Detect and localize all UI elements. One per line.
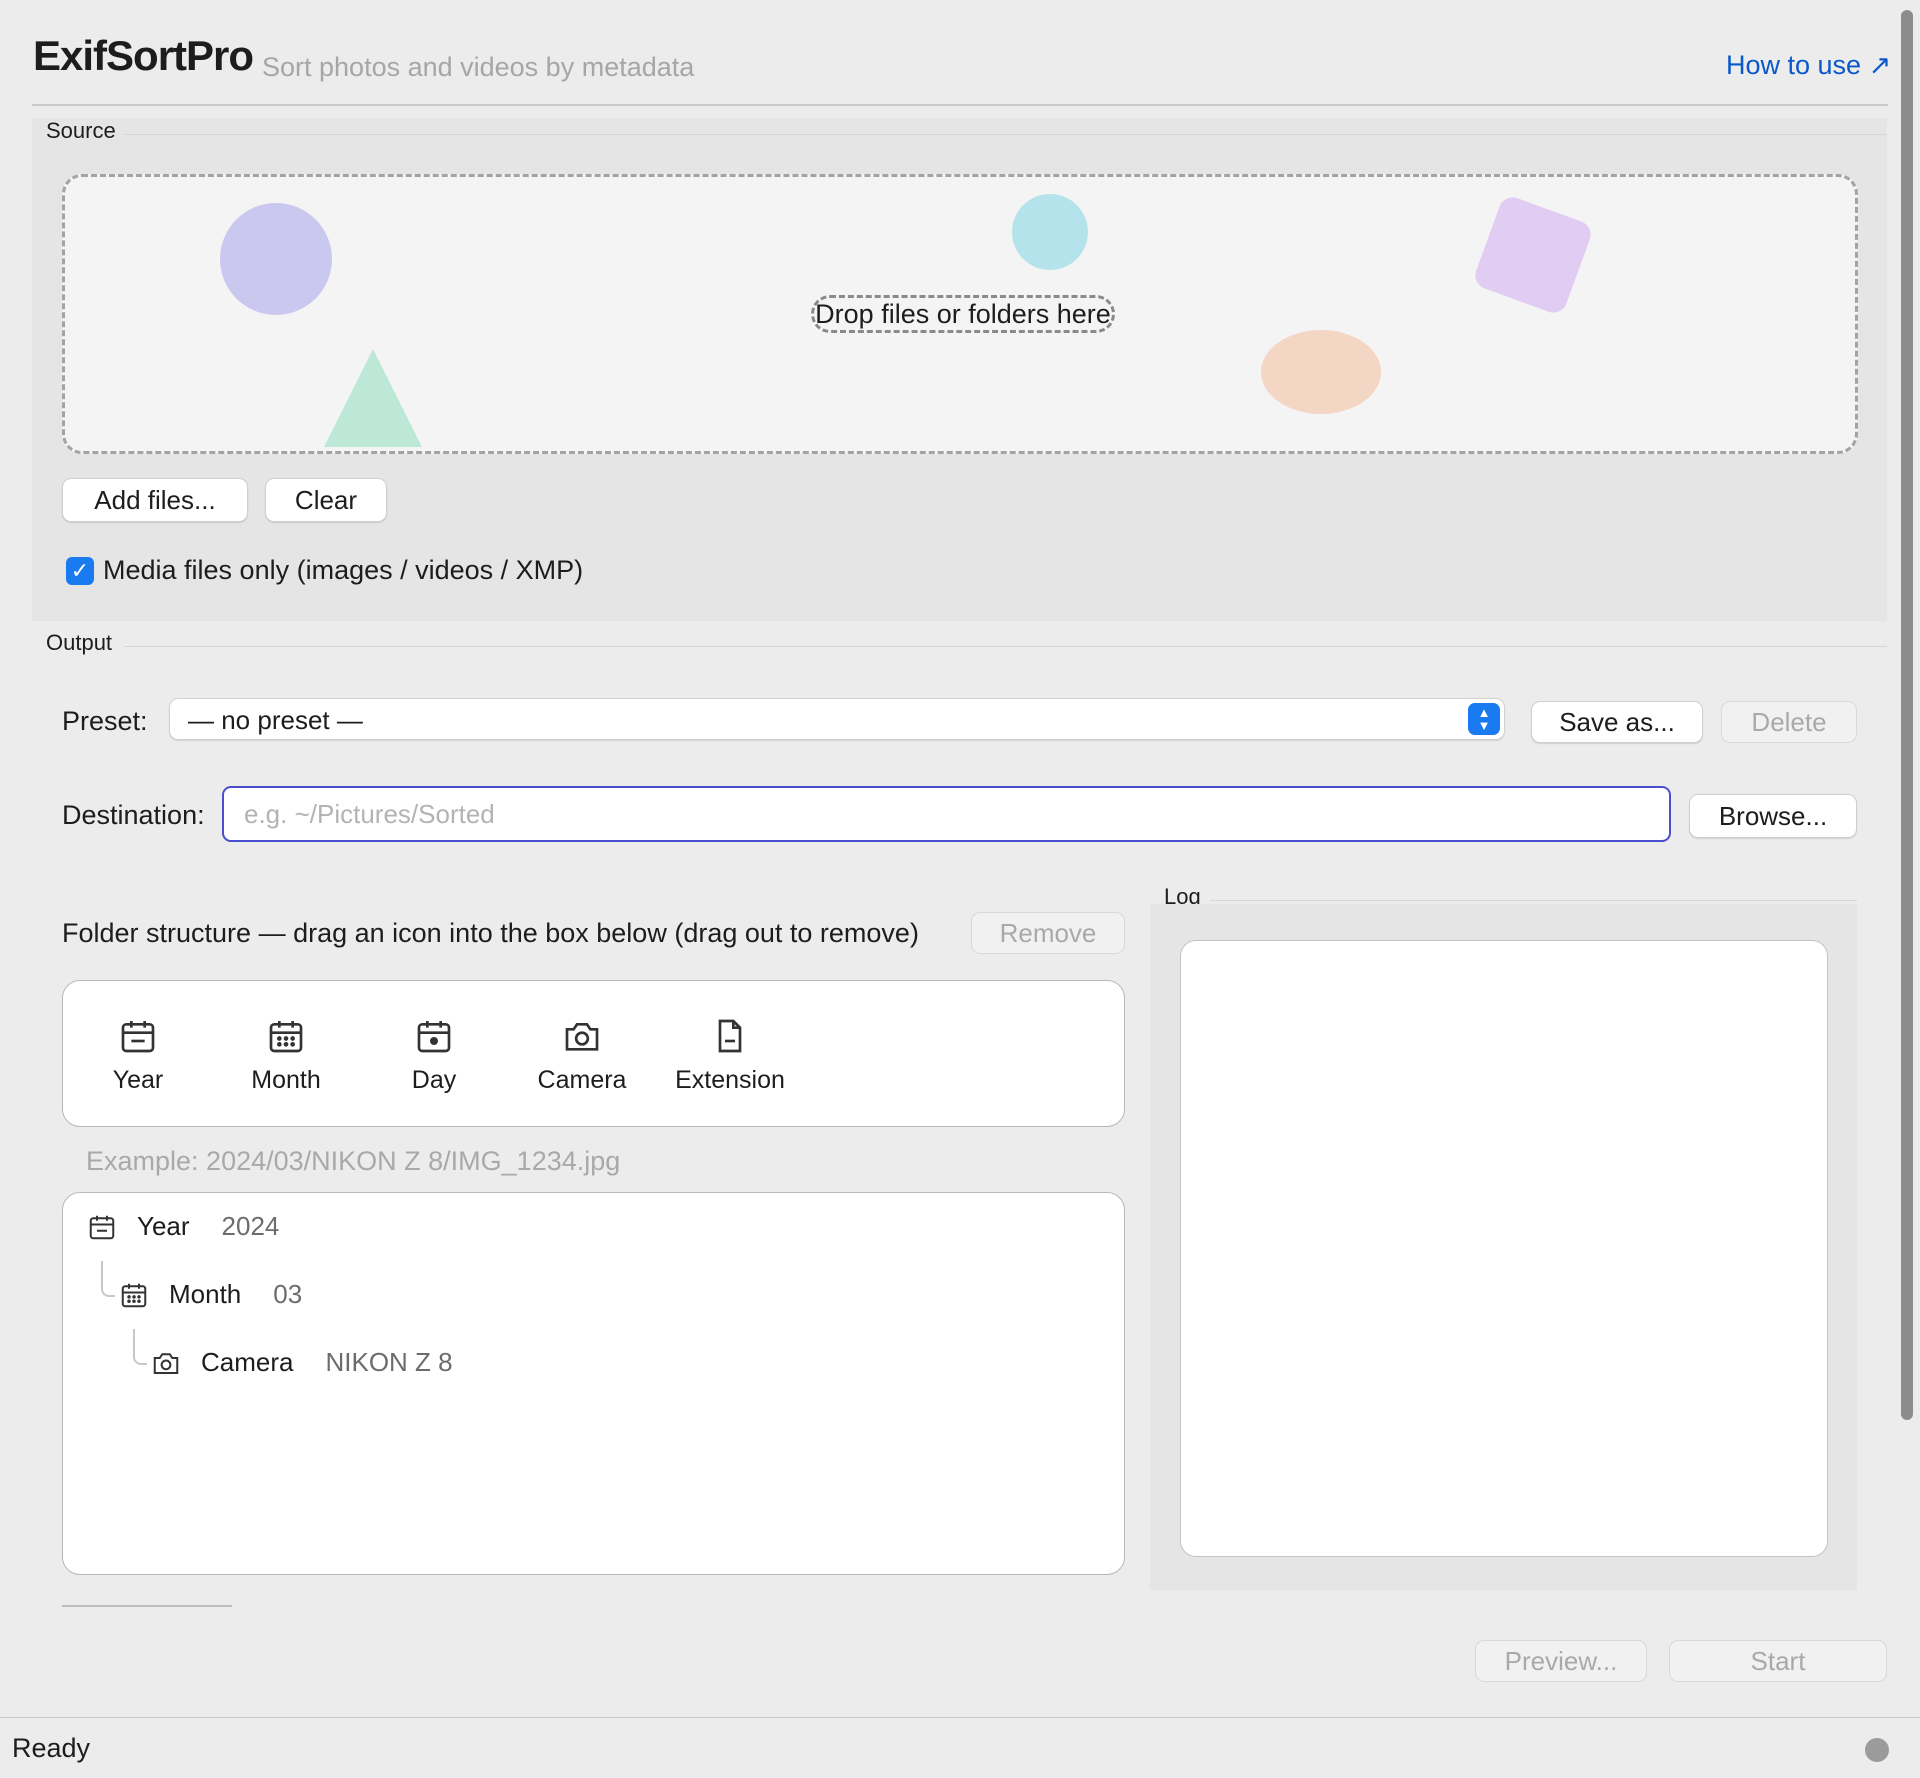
tree-node-year[interactable]: Year 2024 — [87, 1211, 279, 1242]
tab-indicator — [62, 1605, 232, 1607]
folder-structure-instructions: Folder structure — drag an icon into the… — [62, 918, 919, 948]
status-bar: Ready — [0, 1717, 1920, 1778]
preset-value: — no preset — — [188, 705, 363, 735]
blue-circle-shape — [1012, 194, 1088, 270]
output-group-label: Output — [46, 630, 113, 655]
start-button[interactable]: Start — [1669, 1640, 1887, 1682]
palette-label-day: Day — [411, 1066, 457, 1094]
media-only-checkbox[interactable]: ✓ — [66, 557, 94, 585]
tree-connector — [133, 1329, 147, 1365]
scrollbar[interactable] — [1901, 10, 1913, 1420]
calendar-grid-icon — [121, 1283, 147, 1307]
tree-connector — [101, 1261, 115, 1297]
palette-item-month[interactable]: Month — [211, 1016, 361, 1095]
folder-structure-example: Example: 2024/03/NIKON Z 8/IMG_1234.jpg — [86, 1146, 621, 1176]
file-icon — [718, 1019, 742, 1053]
calendar-day-icon — [417, 1021, 451, 1053]
source-group-rule — [124, 134, 1887, 135]
tree-node-month[interactable]: Month 03 — [119, 1279, 302, 1310]
status-indicator-icon — [1865, 1738, 1889, 1762]
output-group-rule — [124, 646, 1887, 647]
destination-label: Destination: — [62, 800, 205, 830]
palette-item-year[interactable]: Year — [63, 1016, 213, 1095]
status-text: Ready — [12, 1733, 91, 1763]
camera-icon — [565, 1023, 599, 1051]
purple-circle-shape — [220, 203, 332, 315]
app-title: ExifSortPro — [33, 32, 254, 79]
remove-button[interactable]: Remove — [971, 912, 1125, 954]
preset-label: Preset: — [62, 706, 148, 736]
tree-node-value: NIKON Z 8 — [325, 1347, 453, 1377]
token-palette: Year Month Day Camera Extension — [62, 980, 1125, 1127]
calendar-grid-icon — [269, 1021, 303, 1053]
drop-zone-label: Drop files or folders here — [811, 295, 1115, 333]
chevron-updown-icon: ▲ ▼ — [1468, 703, 1500, 735]
header-divider — [32, 104, 1888, 106]
delete-preset-button[interactable]: Delete — [1721, 701, 1857, 743]
calendar-icon — [89, 1215, 115, 1239]
palette-label-year: Year — [112, 1066, 164, 1094]
clear-button[interactable]: Clear — [265, 478, 387, 522]
palette-label-month: Month — [251, 1066, 321, 1094]
log-rule — [1210, 900, 1857, 901]
palette-label-extension: Extension — [675, 1066, 785, 1094]
app-subtitle: Sort photos and videos by metadata — [262, 52, 695, 82]
tree-node-key: Camera — [201, 1347, 294, 1377]
add-files-button[interactable]: Add files... — [62, 478, 248, 522]
drop-zone[interactable]: Drop files or folders here — [62, 174, 1858, 454]
tree-node-key: Year — [137, 1211, 190, 1241]
save-as-button[interactable]: Save as... — [1531, 701, 1703, 743]
preview-button[interactable]: Preview... — [1475, 1640, 1647, 1682]
lavender-square-shape — [1475, 197, 1591, 313]
tree-node-value: 03 — [273, 1279, 303, 1309]
palette-item-camera[interactable]: Camera — [507, 1016, 657, 1095]
source-group-label: Source — [46, 118, 116, 143]
log-output[interactable] — [1180, 940, 1828, 1557]
camera-icon — [153, 1352, 179, 1374]
peach-ellipse-shape — [1261, 330, 1381, 414]
tree-node-key: Month — [169, 1279, 242, 1309]
media-only-label: Media files only (images / videos / XMP) — [103, 555, 584, 585]
destination-input[interactable] — [222, 786, 1671, 842]
calendar-icon — [121, 1021, 155, 1053]
green-triangle-shape — [324, 349, 422, 447]
palette-item-day[interactable]: Day — [359, 1016, 509, 1095]
folder-structure-tree[interactable]: Year 2024 Month 03 Camera NIKON Z 8 — [62, 1192, 1125, 1575]
palette-item-extension[interactable]: Extension — [655, 1016, 805, 1095]
tree-node-value: 2024 — [221, 1211, 280, 1241]
how-to-use-link[interactable]: How to use ↗ — [1726, 50, 1891, 81]
tree-node-camera[interactable]: Camera NIKON Z 8 — [151, 1347, 453, 1378]
palette-label-camera: Camera — [537, 1066, 627, 1094]
preset-select[interactable]: — no preset — ▲ ▼ — [169, 698, 1505, 740]
browse-button[interactable]: Browse... — [1689, 794, 1857, 838]
